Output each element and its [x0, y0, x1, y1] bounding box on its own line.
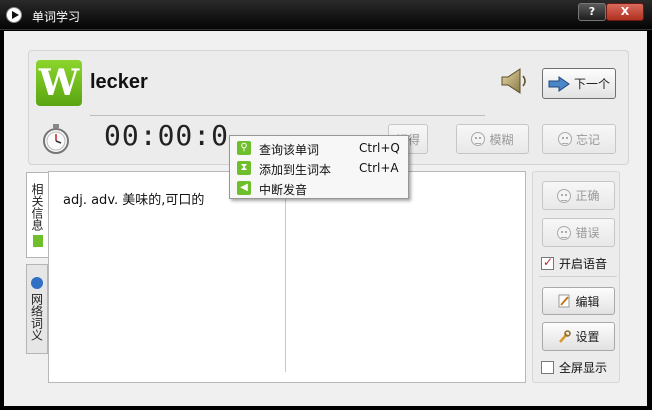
menu-item-lookup-label: 查询该单词 — [259, 143, 320, 157]
globe-icon — [31, 277, 43, 289]
word-logo-icon: W — [36, 60, 82, 106]
menu-item-stop-label: 中断发音 — [259, 183, 308, 197]
fullscreen-checkbox-label: 全屏显示 — [559, 361, 608, 375]
side-divider — [539, 276, 617, 277]
menu-item-add-to-vocab[interactable]: ⧗ 添加到生词本 Ctrl+A — [230, 158, 410, 178]
sad-face-icon — [557, 132, 572, 146]
wrench-icon — [559, 329, 572, 343]
bar-icon — [32, 235, 43, 247]
word-definition: adj. adv. 美味的,可口的 — [63, 193, 205, 208]
definition-panel: adj. adv. 美味的,可口的 — [48, 171, 526, 383]
correct-label: 正确 — [575, 189, 600, 203]
forget-label: 忘记 — [575, 132, 600, 147]
fullscreen-checkbox-box[interactable] — [541, 361, 554, 374]
window-title: 单词学习 — [32, 10, 81, 24]
speaker-icon: ◀ — [237, 181, 251, 195]
arrow-right-icon — [548, 75, 570, 92]
main-window-body: W lecker 下一个 00:00:0 记得 模糊 忘记 — [4, 31, 647, 406]
neutral-face-icon — [471, 132, 486, 146]
voice-checkbox[interactable]: 开启语音 — [541, 255, 607, 272]
voice-checkbox-box[interactable] — [541, 255, 554, 270]
settings-label: 设置 — [575, 330, 600, 344]
edit-label: 编辑 — [575, 294, 600, 309]
next-word-label: 下一个 — [573, 77, 610, 91]
stopwatch-icon — [43, 124, 69, 154]
app-icon — [6, 7, 22, 23]
close-button[interactable]: X — [606, 3, 644, 21]
hourglass-icon: ⧗ — [237, 161, 251, 175]
help-button[interactable]: ? — [578, 3, 606, 21]
next-word-button[interactable]: 下一个 — [542, 68, 616, 99]
menu-item-add-shortcut: Ctrl+A — [359, 161, 399, 175]
wrong-label: 错误 — [575, 226, 600, 240]
tab-related-info-label: 相关信息 — [30, 183, 44, 231]
tab-web-meaning-label: 网络词义 — [29, 293, 44, 341]
tab-related-info[interactable]: 相关信息 — [26, 172, 48, 258]
tab-web-meaning[interactable]: 网络词义 — [26, 264, 48, 354]
voice-checkbox-label: 开启语音 — [559, 257, 608, 271]
word-divider — [90, 115, 485, 116]
title-bar: 单词学习 ? X — [0, 0, 652, 30]
menu-item-lookup[interactable]: ⚲ 查询该单词 Ctrl+Q — [230, 138, 410, 158]
magnifier-icon: ⚲ — [237, 141, 251, 155]
fullscreen-checkbox[interactable]: 全屏显示 — [541, 359, 607, 376]
study-timer: 00:00:0 — [104, 119, 230, 152]
current-word: lecker — [90, 71, 148, 93]
menu-item-add-label: 添加到生词本 — [259, 163, 332, 177]
forget-button[interactable]: 忘记 — [542, 124, 616, 154]
settings-button[interactable]: 设置 — [542, 322, 615, 351]
vague-button[interactable]: 模糊 — [456, 124, 529, 154]
vague-label: 模糊 — [489, 132, 514, 147]
wrong-button[interactable]: 错误 — [542, 218, 615, 247]
column-divider — [285, 182, 286, 372]
correct-button[interactable]: 正确 — [542, 181, 615, 210]
menu-item-stop-audio[interactable]: ◀ 中断发音 — [230, 178, 410, 198]
smile-face-icon — [557, 188, 572, 203]
context-menu: ⚲ 查询该单词 Ctrl+Q ⧗ 添加到生词本 Ctrl+A ◀ 中断发音 — [229, 135, 409, 199]
edit-pencil-icon — [558, 294, 570, 308]
side-tabs: 相关信息 网络词义 — [26, 172, 50, 354]
edit-button[interactable]: 编辑 — [542, 287, 615, 315]
menu-item-lookup-shortcut: Ctrl+Q — [359, 141, 400, 155]
sad-face-icon — [557, 225, 572, 240]
speaker-icon[interactable] — [498, 67, 530, 95]
